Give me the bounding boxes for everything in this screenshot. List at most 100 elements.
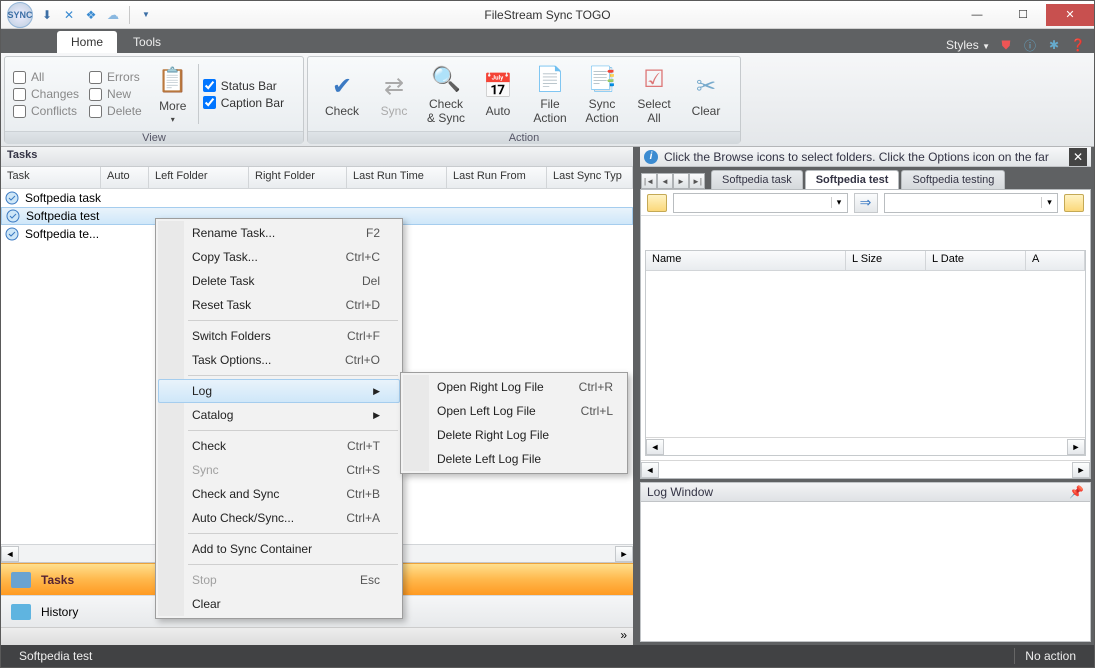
log-body: [640, 502, 1091, 642]
tab-first[interactable]: |◄: [641, 173, 657, 189]
info-icon[interactable]: ⓘ: [1022, 37, 1038, 53]
fcol-name[interactable]: Name: [646, 251, 846, 270]
qat-cloud-icon[interactable]: ☁: [105, 7, 121, 23]
chk-statusbar[interactable]: Status Bar: [203, 79, 284, 93]
alert-icon[interactable]: ⛊: [998, 37, 1014, 53]
world-icon[interactable]: ✱: [1046, 37, 1062, 53]
clear-button[interactable]: ✂Clear: [680, 61, 732, 127]
log-header: Log Window📌: [640, 482, 1091, 502]
nav-collapse[interactable]: »: [1, 627, 633, 645]
detail-tabstrip: |◄ ◄ ► ►| Softpedia task Softpedia test …: [637, 167, 1094, 189]
ctx-stop[interactable]: StopEsc: [158, 568, 400, 592]
col-lrf[interactable]: Last Run From: [447, 167, 547, 188]
sync-button[interactable]: ⇄Sync: [368, 61, 420, 127]
ctx-catalog[interactable]: Catalog▶: [158, 403, 400, 427]
minimize-button[interactable]: —: [954, 4, 1000, 26]
ctx-copy[interactable]: Copy Task...Ctrl+C: [158, 245, 400, 269]
ctx-switch[interactable]: Switch FoldersCtrl+F: [158, 324, 400, 348]
tab-tools[interactable]: Tools: [119, 31, 175, 53]
chk-changes[interactable]: Changes: [13, 87, 79, 101]
detail-tab[interactable]: Softpedia test: [805, 170, 900, 189]
ctx-autocs[interactable]: Auto Check/Sync...Ctrl+A: [158, 506, 400, 530]
ctx-clear[interactable]: Clear: [158, 592, 400, 616]
file-action-button[interactable]: 📄File Action: [524, 61, 576, 127]
file-grid: Name L Size L Date A ◄►: [645, 250, 1086, 456]
tab-last[interactable]: ►|: [689, 173, 705, 189]
group-label-action: Action: [308, 131, 740, 144]
close-button[interactable]: ✕: [1046, 4, 1094, 26]
col-lrt[interactable]: Last Run Time: [347, 167, 447, 188]
status-right: No action: [1015, 649, 1086, 663]
info-text: Click the Browse icons to select folders…: [664, 150, 1049, 164]
chk-all[interactable]: All: [13, 70, 79, 84]
detail-tab[interactable]: Softpedia testing: [901, 170, 1005, 189]
chk-conflicts[interactable]: Conflicts: [13, 104, 79, 118]
ctx-check[interactable]: CheckCtrl+T: [158, 434, 400, 458]
info-icon: i: [644, 150, 658, 164]
chk-new[interactable]: New: [89, 87, 142, 101]
qat-close-icon[interactable]: ✕: [61, 7, 77, 23]
tab-next[interactable]: ►: [673, 173, 689, 189]
ctx-log[interactable]: Log▶: [158, 379, 400, 403]
auto-button[interactable]: 📅Auto: [472, 61, 524, 127]
group-label-view: View: [5, 131, 303, 144]
ribbon: All Changes Conflicts Errors New Delete …: [1, 53, 1094, 147]
info-bar: i Click the Browse icons to select folde…: [640, 147, 1091, 167]
ctx-options[interactable]: Task Options...Ctrl+O: [158, 348, 400, 372]
app-icon[interactable]: SYNC: [7, 2, 33, 28]
ribbon-tabbar: Home Tools Styles ▼ ⛊ ⓘ ✱ ❓: [1, 29, 1094, 53]
task-row[interactable]: Softpedia task: [1, 189, 633, 207]
statusbar: Softpedia test No action: [1, 645, 1094, 667]
direction-icon[interactable]: ⇒: [854, 193, 878, 213]
right-panel: i Click the Browse icons to select folde…: [637, 147, 1094, 645]
col-lst[interactable]: Last Sync Typ: [547, 167, 633, 188]
pin-icon[interactable]: 📌: [1069, 485, 1084, 499]
ctx-del-right-log[interactable]: Delete Right Log File: [403, 423, 633, 447]
qat-pref-icon[interactable]: ❖: [83, 7, 99, 23]
qat-download-icon[interactable]: ⬇: [39, 7, 55, 23]
detail-hscroll[interactable]: ◄►: [641, 460, 1090, 478]
tab-prev[interactable]: ◄: [657, 173, 673, 189]
status-left: Softpedia test: [9, 649, 102, 663]
ctx-checksync[interactable]: Check and SyncCtrl+B: [158, 482, 400, 506]
info-close[interactable]: ✕: [1069, 148, 1087, 166]
ctx-delete[interactable]: Delete TaskDel: [158, 269, 400, 293]
fcol-a[interactable]: A: [1026, 251, 1085, 270]
chk-errors[interactable]: Errors: [89, 70, 142, 84]
check-button[interactable]: ✔Check: [316, 61, 368, 127]
col-task[interactable]: Task: [1, 167, 101, 188]
left-folder-combo[interactable]: ▾: [673, 193, 848, 213]
right-folder-combo[interactable]: ▾: [884, 193, 1059, 213]
more-button[interactable]: 📋More▾: [152, 61, 194, 127]
browse-left-icon[interactable]: [647, 194, 667, 212]
sync-action-button[interactable]: 📑Sync Action: [576, 61, 628, 127]
col-auto[interactable]: Auto: [101, 167, 149, 188]
chk-delete[interactable]: Delete: [89, 104, 142, 118]
task-icon: [5, 191, 19, 205]
ctx-open-right-log[interactable]: Open Right Log FileCtrl+R: [403, 375, 633, 399]
fcol-ldate[interactable]: L Date: [926, 251, 1026, 270]
select-all-button[interactable]: ☑Select All: [628, 61, 680, 127]
col-left[interactable]: Left Folder: [149, 167, 249, 188]
styles-dropdown[interactable]: Styles ▼: [946, 38, 990, 52]
qat-dropdown-icon[interactable]: ▼: [138, 7, 154, 23]
titlebar: SYNC ⬇ ✕ ❖ ☁ ▼ FileStream Sync TOGO — ☐ …: [1, 1, 1094, 29]
browse-right-icon[interactable]: [1064, 194, 1084, 212]
col-right[interactable]: Right Folder: [249, 167, 347, 188]
ctx-addcont[interactable]: Add to Sync Container: [158, 537, 400, 561]
chk-captionbar[interactable]: Caption Bar: [203, 96, 284, 110]
fcol-lsize[interactable]: L Size: [846, 251, 926, 270]
check-sync-button[interactable]: 🔍Check & Sync: [420, 61, 472, 127]
ctx-del-left-log[interactable]: Delete Left Log File: [403, 447, 633, 471]
detail-tab[interactable]: Softpedia task: [711, 170, 803, 189]
ctx-rename[interactable]: Rename Task...F2: [158, 221, 400, 245]
ctx-open-left-log[interactable]: Open Left Log FileCtrl+L: [403, 399, 633, 423]
ctx-sync[interactable]: SyncCtrl+S: [158, 458, 400, 482]
file-hscroll[interactable]: ◄►: [646, 437, 1085, 455]
ctx-reset[interactable]: Reset TaskCtrl+D: [158, 293, 400, 317]
tab-home[interactable]: Home: [57, 31, 117, 53]
task-icon: [5, 227, 19, 241]
help-icon[interactable]: ❓: [1070, 37, 1086, 53]
maximize-button[interactable]: ☐: [1000, 4, 1046, 26]
context-menu: Rename Task...F2 Copy Task...Ctrl+C Dele…: [155, 218, 403, 619]
